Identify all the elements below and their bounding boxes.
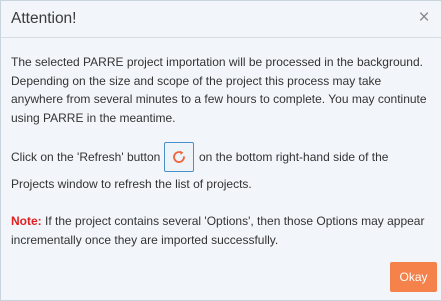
note-body: If the project contains several 'Options… [11, 214, 425, 247]
note-text: Note: If the project contains several 'O… [11, 212, 436, 249]
refresh-instruction-end: Projects window to refresh the list of p… [11, 177, 252, 191]
import-info-text: The selected PARRE project importation w… [11, 55, 427, 125]
refresh-icon [173, 150, 185, 163]
dialog-title: Attention! [11, 10, 77, 27]
refresh-instruction-middle: on the bottom right-hand side of the [199, 150, 389, 164]
okay-button[interactable]: Okay [390, 262, 437, 292]
close-icon[interactable]: × [415, 7, 433, 29]
attention-dialog: Attention! × The selected PARRE project … [0, 0, 442, 301]
refresh-instruction-start: Click on the 'Refresh' button [11, 150, 161, 164]
note-label: Note: [11, 214, 42, 228]
refresh-button[interactable] [164, 142, 194, 172]
dialog-header: Attention! × [1, 1, 441, 38]
